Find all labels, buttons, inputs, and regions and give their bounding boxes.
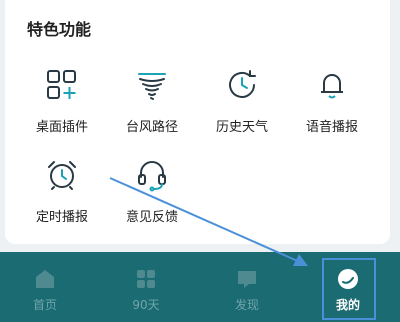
- feature-scheduled-broadcast[interactable]: 定时播报: [17, 158, 107, 228]
- bell-icon: [315, 68, 349, 102]
- home-icon: [34, 268, 56, 290]
- feature-voice-broadcast[interactable]: 语音播报: [287, 68, 377, 138]
- tab-home[interactable]: 首页: [5, 252, 85, 322]
- feature-history-weather[interactable]: 历史天气: [197, 68, 287, 138]
- tab-discover[interactable]: 发现: [207, 252, 287, 322]
- alarm-clock-icon: [45, 158, 79, 192]
- feature-typhoon-path[interactable]: 台风路径: [107, 68, 197, 138]
- section-title: 特色功能: [27, 20, 92, 39]
- tab-label: 首页: [32, 298, 57, 312]
- tab-label: 90天: [132, 298, 160, 312]
- feature-label: 定时播报: [35, 210, 88, 225]
- widget-add-icon: [45, 68, 79, 102]
- grid-icon: [135, 268, 157, 290]
- chat-icon: [236, 268, 258, 290]
- typhoon-icon: [135, 68, 169, 102]
- feature-label: 桌面插件: [35, 120, 88, 135]
- tab-90-days[interactable]: 90天: [106, 252, 186, 322]
- history-clock-icon: [225, 68, 259, 102]
- feature-label: 台风路径: [125, 120, 178, 135]
- tab-label: 发现: [234, 298, 259, 312]
- feature-label: 历史天气: [215, 120, 268, 135]
- feature-label: 语音播报: [305, 120, 358, 135]
- feature-feedback[interactable]: 意见反馈: [107, 158, 197, 228]
- feature-label: 意见反馈: [125, 210, 178, 225]
- feature-desktop-widget[interactable]: 桌面插件: [17, 68, 107, 138]
- annotation-highlight-box: [322, 258, 376, 320]
- headset-icon: [135, 158, 169, 192]
